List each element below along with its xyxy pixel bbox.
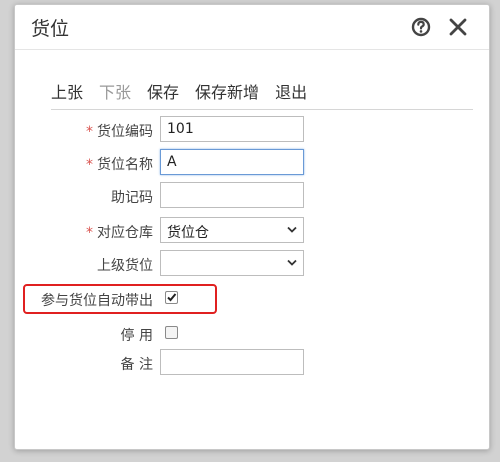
code-label: * 货位编码 bbox=[86, 124, 153, 140]
toolbar: 上张 下张 保存 保存新增 退出 bbox=[51, 79, 323, 103]
help-circle-icon[interactable] bbox=[411, 17, 431, 37]
mnemonic-label: 助记码 bbox=[111, 190, 153, 206]
mnemonic-row: 助记码 bbox=[15, 182, 489, 210]
disabled-label: 停 用 bbox=[120, 328, 153, 344]
parent-label: 上级货位 bbox=[97, 258, 153, 274]
close-icon[interactable] bbox=[448, 17, 468, 37]
highlight-annotation bbox=[23, 284, 217, 314]
warehouse-row: * 对应仓库 货位仓 bbox=[15, 217, 489, 245]
parent-row: 上级货位 bbox=[15, 250, 489, 278]
parent-location-select[interactable] bbox=[160, 250, 304, 276]
warehouse-label: * 对应仓库 bbox=[86, 225, 153, 241]
mnemonic-code-input[interactable] bbox=[160, 182, 304, 208]
location-code-input[interactable] bbox=[160, 116, 304, 142]
disabled-checkbox[interactable] bbox=[165, 326, 178, 339]
chevron-down-icon bbox=[287, 259, 297, 266]
location-dialog: 货位 上张 下张 保存 保存新增 退出 *货位编码 *货位名称 助记码 *对应仓… bbox=[14, 4, 490, 450]
exit-button[interactable]: 退出 bbox=[275, 79, 307, 103]
remark-input[interactable] bbox=[160, 349, 304, 375]
warehouse-selected-value: 货位仓 bbox=[167, 225, 209, 241]
warehouse-select[interactable]: 货位仓 bbox=[160, 217, 304, 243]
disabled-row: 停 用 bbox=[15, 320, 489, 348]
prev-record-button[interactable]: 上张 bbox=[51, 79, 83, 103]
name-row: * 货位名称 bbox=[15, 149, 489, 177]
save-and-new-button[interactable]: 保存新增 bbox=[195, 79, 259, 103]
name-label: * 货位名称 bbox=[86, 157, 153, 173]
next-record-button[interactable]: 下张 bbox=[99, 79, 131, 103]
toolbar-divider bbox=[51, 109, 473, 110]
required-mark: * bbox=[86, 225, 93, 241]
code-row: * 货位编码 bbox=[15, 116, 489, 144]
chevron-down-icon bbox=[287, 226, 297, 233]
remark-row: 备 注 bbox=[15, 349, 489, 377]
remark-label: 备 注 bbox=[120, 357, 153, 373]
location-name-input[interactable] bbox=[160, 149, 304, 175]
dialog-header: 货位 bbox=[15, 5, 489, 50]
required-mark: * bbox=[86, 124, 93, 140]
required-mark: * bbox=[86, 157, 93, 173]
save-button[interactable]: 保存 bbox=[147, 79, 179, 103]
dialog-title: 货位 bbox=[31, 18, 70, 40]
